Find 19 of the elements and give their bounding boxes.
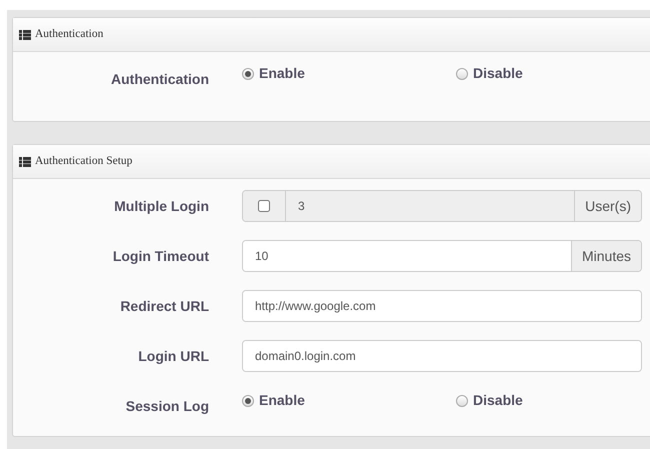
- input-field[interactable]: http://www.google.com: [243, 291, 641, 321]
- radio-option[interactable]: Enable: [242, 390, 456, 411]
- radio-option[interactable]: Disable: [456, 63, 650, 84]
- field-label: Login Timeout: [112, 246, 209, 266]
- radio-option[interactable]: Disable: [456, 390, 650, 411]
- field-label: Session Log: [124, 397, 209, 416]
- input-group[interactable]: 10 Minutes: [242, 240, 642, 272]
- list-icon: [19, 156, 31, 166]
- field-label: Multiple Login: [113, 196, 209, 216]
- panel-title: Authentication: [35, 26, 104, 42]
- field-label: Authentication: [110, 70, 209, 89]
- list-icon: [19, 30, 31, 40]
- panel-title: Authentication Setup: [35, 154, 132, 169]
- field-label: Redirect URL: [119, 296, 209, 316]
- unit-label: User(s): [574, 191, 641, 221]
- unit-label: Minutes: [570, 241, 641, 271]
- field-label: Login URL: [137, 346, 209, 366]
- input-field[interactable]: domain0.login.com: [243, 341, 641, 371]
- radio-option[interactable]: Enable: [242, 63, 456, 84]
